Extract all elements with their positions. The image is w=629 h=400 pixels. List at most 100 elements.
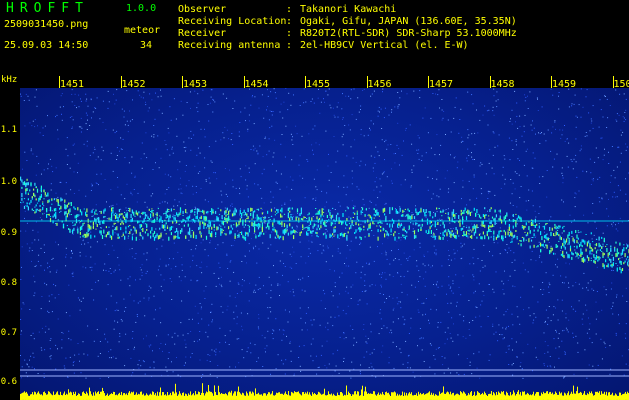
noise-pixel	[410, 186, 412, 188]
signal-level-bar	[129, 391, 130, 400]
meteor-echo	[525, 222, 527, 226]
meteor-echo	[495, 214, 497, 218]
noise-pixel	[436, 195, 438, 197]
meteor-echo	[283, 213, 286, 215]
noise-pixel	[57, 318, 59, 320]
meteor-echo	[386, 223, 388, 225]
signal-level-bar	[189, 394, 190, 400]
signal-level-bar	[486, 394, 487, 400]
meteor-echo	[178, 236, 180, 239]
noise-pixel	[586, 287, 587, 289]
noise-pixel	[41, 296, 43, 297]
noise-pixel	[468, 155, 470, 156]
noise-pixel	[505, 250, 507, 251]
noise-pixel	[398, 227, 400, 229]
meteor-echo	[225, 209, 227, 213]
noise-pixel	[373, 260, 375, 262]
noise-pixel	[95, 281, 97, 283]
noise-pixel	[604, 343, 606, 345]
noise-pixel	[383, 171, 385, 173]
noise-pixel	[295, 263, 297, 264]
meteor-echo	[345, 233, 347, 235]
signal-level-bar	[471, 391, 472, 400]
noise-pixel	[74, 354, 76, 356]
noise-pixel	[233, 271, 235, 273]
meteor-echo	[64, 199, 66, 203]
signal-level-bar	[116, 394, 117, 400]
noise-pixel	[324, 233, 326, 235]
meteor-echo	[377, 236, 379, 241]
meteor-echo	[224, 226, 226, 228]
meteor-echo	[23, 198, 26, 200]
meteor-echo	[378, 215, 380, 217]
meteor-echo	[83, 208, 85, 210]
noise-pixel	[235, 305, 237, 307]
meteor-echo	[224, 233, 226, 235]
noise-pixel	[564, 351, 566, 352]
meteor-echo	[489, 228, 491, 232]
noise-pixel	[404, 179, 406, 181]
noise-pixel	[325, 261, 327, 263]
noise-pixel	[309, 252, 311, 254]
meteor-echo	[319, 227, 321, 230]
noise-pixel	[617, 185, 619, 187]
noise-pixel	[519, 365, 521, 367]
noise-pixel	[55, 368, 57, 370]
noise-pixel	[204, 298, 206, 299]
noise-pixel	[571, 306, 572, 308]
noise-pixel	[307, 307, 309, 309]
meteor-echo	[200, 211, 202, 213]
noise-pixel	[62, 332, 64, 334]
noise-pixel	[367, 214, 368, 216]
signal-level-bar	[261, 394, 262, 400]
noise-pixel	[197, 221, 199, 223]
meteor-echo	[433, 235, 435, 238]
signal-level-bar	[608, 392, 609, 400]
noise-pixel	[49, 271, 51, 273]
noise-pixel	[184, 203, 186, 205]
meteor-echo	[263, 232, 265, 235]
signal-level-bar	[440, 393, 441, 400]
meteor-echo	[62, 226, 65, 229]
meteor-echo	[296, 216, 299, 218]
antenna-value: 2el-HB9CV Vertical (el. E-W)	[300, 40, 469, 51]
signal-level-bar	[62, 395, 63, 400]
meteor-echo	[618, 258, 620, 261]
noise-pixel	[587, 222, 589, 224]
meteor-echo	[85, 211, 87, 216]
signal-level-bar	[105, 395, 106, 400]
meteor-echo	[148, 218, 150, 221]
noise-pixel	[66, 137, 68, 139]
noise-pixel	[577, 232, 579, 234]
noise-pixel	[462, 140, 464, 142]
meteor-echo	[625, 258, 627, 260]
signal-level-bar	[145, 395, 146, 400]
noise-pixel	[280, 173, 282, 175]
noise-pixel	[462, 168, 464, 170]
signal-level-bar	[228, 392, 229, 400]
signal-level-bar	[616, 394, 617, 400]
noise-pixel	[127, 349, 129, 350]
signal-level-bar	[254, 395, 255, 400]
location-row: Receiving Location: Ogaki, Gifu, JAPAN (1…	[178, 17, 517, 27]
meteor-echo	[220, 227, 222, 231]
noise-pixel	[526, 209, 528, 211]
noise-pixel	[240, 111, 242, 113]
meteor-echo	[456, 229, 458, 231]
noise-pixel	[116, 89, 118, 91]
noise-pixel	[24, 151, 26, 153]
noise-pixel	[450, 228, 452, 230]
meteor-echo	[143, 211, 145, 214]
noise-pixel	[248, 171, 250, 173]
noise-pixel	[601, 137, 603, 139]
noise-pixel	[488, 190, 490, 192]
noise-pixel	[425, 152, 427, 154]
meteor-echo	[179, 213, 182, 215]
noise-pixel	[76, 107, 77, 109]
meteor-echo	[460, 212, 462, 216]
signal-level-bar	[320, 393, 321, 400]
meteor-echo	[504, 215, 507, 220]
noise-pixel	[44, 349, 46, 351]
noise-pixel	[280, 103, 282, 105]
signal-level-bar	[182, 392, 183, 400]
